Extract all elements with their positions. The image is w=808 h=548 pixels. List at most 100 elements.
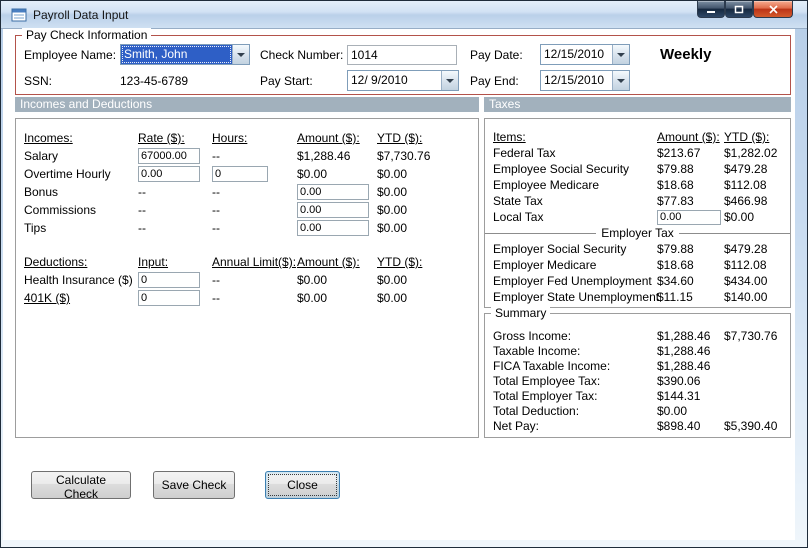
income-row-salary: Salary -- $1,288.46 $7,730.76 — [24, 147, 476, 165]
deduction-row-401k: 401K ($) -- $0.00 $0.00 — [24, 289, 476, 307]
pay-date-label: Pay Date: — [470, 48, 523, 62]
summary-amount: $1,288.46 — [657, 328, 711, 343]
section-header-taxes: Taxes — [484, 97, 791, 112]
income-rate: -- — [138, 185, 146, 199]
overtime-rate-input[interactable] — [138, 166, 200, 182]
chevron-down-icon[interactable] — [612, 71, 629, 90]
chevron-down-icon[interactable] — [232, 45, 249, 64]
tax-row-local: Local Tax $0.00 — [493, 209, 788, 225]
income-ytd: $0.00 — [377, 185, 408, 199]
income-row-tips: Tips -- -- $0.00 — [24, 219, 476, 237]
income-hours: -- — [212, 149, 220, 163]
summary-amount: $144.31 — [657, 388, 701, 403]
401k-link[interactable]: 401K ($) — [24, 291, 138, 305]
summary-label: Total Employer Tax: — [493, 388, 598, 403]
chevron-down-icon[interactable] — [441, 71, 458, 90]
check-number-label: Check Number: — [260, 48, 344, 62]
save-check-button[interactable]: Save Check — [153, 471, 235, 499]
chevron-down-icon[interactable] — [612, 45, 629, 64]
tax-amount: $77.83 — [657, 194, 694, 208]
tax-row-employer-state-unemployment: Employer State Unemployment $11.15 $140.… — [493, 289, 788, 305]
income-label: Salary — [24, 149, 59, 163]
section-label: Taxes — [489, 97, 521, 111]
summary-legend: Summary — [491, 306, 551, 320]
tax-ytd: $140.00 — [724, 290, 768, 304]
tips-amount-input[interactable] — [297, 220, 369, 236]
window-title: Payroll Data Input — [33, 7, 129, 22]
check-number-input[interactable] — [347, 45, 457, 65]
summary-label: Total Deduction: — [493, 403, 580, 418]
tax-ytd: $112.08 — [724, 258, 767, 272]
title-bar[interactable]: Payroll Data Input — [1, 1, 807, 29]
401k-input[interactable] — [138, 290, 200, 306]
divider-line — [678, 232, 791, 234]
bonus-amount-input[interactable] — [297, 184, 369, 200]
income-amount: $1,288.46 — [297, 149, 351, 163]
ssn-value: 123-45-6789 — [120, 74, 189, 88]
summary-row-gross-income: Gross Income: $1,288.46 $7,730.76 — [493, 328, 788, 343]
deduction-ytd: $0.00 — [377, 291, 408, 305]
pay-frequency-label: Weekly — [660, 46, 712, 63]
summary-label: Taxable Income: — [493, 343, 581, 358]
tax-amount: $213.67 — [657, 146, 701, 160]
close-button[interactable]: Close — [265, 471, 340, 499]
tax-row-employer-social-security: Employer Social Security $79.88 $479.28 — [493, 241, 788, 257]
employer-tax-heading: Employer Tax — [601, 226, 674, 240]
minimize-button[interactable] — [697, 1, 725, 18]
ssn-label: SSN: — [24, 74, 53, 88]
close-window-button[interactable] — [753, 1, 793, 18]
pay-end-select[interactable]: 12/15/2010 — [540, 70, 630, 91]
income-label: Bonus — [24, 185, 59, 199]
summary-amount: $1,288.46 — [657, 343, 711, 358]
income-ytd: $7,730.76 — [377, 149, 431, 163]
deduction-limit: -- — [212, 291, 220, 305]
summary-group: Summary Gross Income: $1,288.46 $7,730.7… — [484, 306, 791, 438]
commissions-amount-input[interactable] — [297, 202, 369, 218]
tax-row-employee-social-security: Employee Social Security $79.88 $479.28 — [493, 161, 788, 177]
tax-amount: $18.68 — [657, 258, 694, 272]
calculate-check-button[interactable]: Calculate Check — [31, 471, 131, 501]
amount-col-header: Amount ($): — [297, 255, 360, 269]
taxes-group: Items: Amount ($): YTD ($): Federal Tax … — [484, 118, 791, 308]
payroll-window: Payroll Data Input Pay Check Information… — [0, 0, 808, 548]
tax-amount: $11.15 — [657, 290, 693, 304]
deductions-col-header: Deductions: — [24, 255, 88, 269]
tax-amount: $18.68 — [657, 178, 694, 192]
pay-start-select[interactable]: 12/ 9/2010 — [347, 70, 459, 91]
summary-amount: $0.00 — [657, 403, 688, 418]
local-tax-input[interactable] — [657, 209, 721, 225]
health-insurance-input[interactable] — [138, 272, 200, 288]
pay-start-label: Pay Start: — [260, 74, 313, 88]
income-amount: $0.00 — [297, 167, 328, 181]
summary-row-total-deduction: Total Deduction: $0.00 — [493, 403, 788, 418]
minimize-icon — [707, 10, 715, 13]
summary-row-net-pay: Net Pay: $898.40 $5,390.40 — [493, 418, 788, 433]
maximize-button[interactable] — [725, 1, 753, 18]
deduction-ytd: $0.00 — [377, 273, 408, 287]
section-label: Incomes and Deductions — [20, 97, 153, 111]
employee-name-value: Smith, John — [121, 45, 232, 64]
tax-amount: $79.88 — [657, 162, 694, 176]
employee-name-label: Employee Name: — [24, 48, 117, 62]
tax-row-employee-medicare: Employee Medicare $18.68 $112.08 — [493, 177, 788, 193]
summary-ytd: $5,390.40 — [724, 418, 778, 433]
summary-label: Gross Income: — [493, 328, 572, 343]
employee-name-select[interactable]: Smith, John — [120, 44, 250, 65]
tax-label: Employer Fed Unemployment — [493, 274, 652, 288]
employer-tax-divider: Employer Tax — [485, 225, 791, 241]
income-rate: -- — [138, 203, 146, 217]
tax-row-state: State Tax $77.83 $466.98 — [493, 193, 788, 209]
income-label: Overtime Hourly — [24, 167, 111, 181]
overtime-hours-input[interactable] — [212, 166, 268, 182]
pay-end-value: 12/15/2010 — [544, 73, 605, 87]
salary-rate-input[interactable] — [138, 148, 200, 164]
taxes-table: Items: Amount ($): YTD ($): Federal Tax … — [485, 129, 791, 305]
tax-label: Employer Social Security — [493, 242, 627, 256]
tax-ytd: $466.98 — [724, 194, 768, 208]
pay-start-value: 12/ 9/2010 — [351, 73, 408, 87]
income-rate: -- — [138, 221, 146, 235]
tax-ytd: $479.28 — [724, 162, 768, 176]
close-icon — [768, 4, 778, 14]
pay-date-select[interactable]: 12/15/2010 — [540, 44, 630, 65]
tax-ytd: $1,282.02 — [724, 146, 778, 160]
